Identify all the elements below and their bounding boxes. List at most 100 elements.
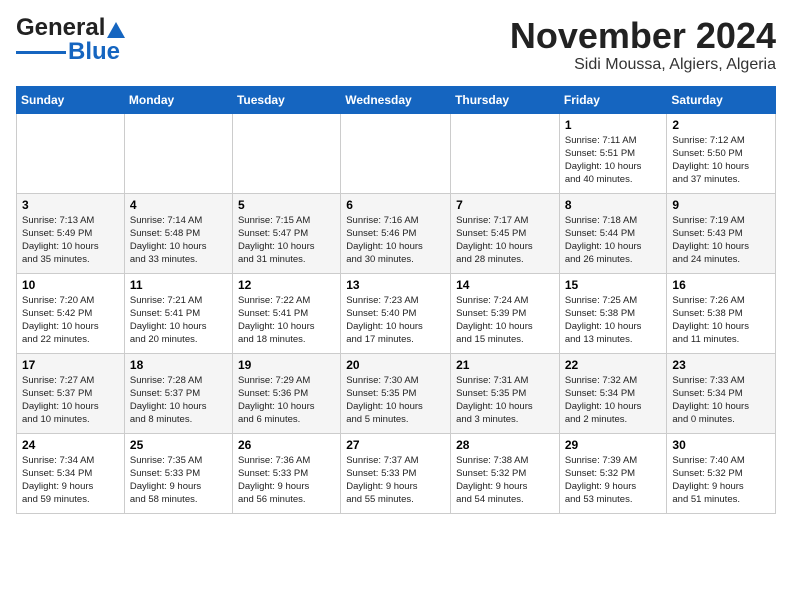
day-info: Sunrise: 7:25 AM Sunset: 5:38 PM Dayligh… (565, 294, 662, 347)
day-info: Sunrise: 7:30 AM Sunset: 5:35 PM Dayligh… (346, 374, 445, 427)
day-number: 9 (672, 198, 770, 212)
calendar-body: 1 Sunrise: 7:11 AM Sunset: 5:51 PM Daylig… (17, 113, 776, 513)
day-number: 20 (346, 358, 445, 372)
calendar-cell: 14 Sunrise: 7:24 AM Sunset: 5:39 PM Dayli… (451, 273, 560, 353)
day-info: Sunrise: 7:12 AM Sunset: 5:50 PM Dayligh… (672, 134, 770, 187)
day-number: 8 (565, 198, 662, 212)
day-info: Sunrise: 7:27 AM Sunset: 5:37 PM Dayligh… (22, 374, 119, 427)
day-info: Sunrise: 7:13 AM Sunset: 5:49 PM Dayligh… (22, 214, 119, 267)
day-number: 21 (456, 358, 554, 372)
day-number: 19 (238, 358, 335, 372)
day-info: Sunrise: 7:14 AM Sunset: 5:48 PM Dayligh… (130, 214, 227, 267)
calendar-cell: 12Sunrise: 7:22 AM Sunset: 5:41 PM Dayli… (232, 273, 340, 353)
calendar-header-row: SundayMondayTuesdayWednesdayThursdayFrid… (17, 86, 776, 113)
day-info: Sunrise: 7:32 AM Sunset: 5:34 PM Dayligh… (565, 374, 662, 427)
day-info: Sunrise: 7:34 AM Sunset: 5:34 PM Dayligh… (22, 454, 119, 507)
day-number: 26 (238, 438, 335, 452)
day-info: Sunrise: 7:31 AM Sunset: 5:35 PM Dayligh… (456, 374, 554, 427)
calendar-cell: 18 Sunrise: 7:28 AM Sunset: 5:37 PM Dayli… (124, 353, 232, 433)
day-info: Sunrise: 7:40 AM Sunset: 5:32 PM Dayligh… (672, 454, 770, 507)
calendar-cell: 29 Sunrise: 7:39 AM Sunset: 5:32 PM Dayli… (559, 433, 667, 513)
calendar-week-row: 24 Sunrise: 7:34 AM Sunset: 5:34 PM Dayli… (17, 433, 776, 513)
day-info: Sunrise: 7:37 AM Sunset: 5:33 PM Dayligh… (346, 454, 445, 507)
calendar-cell: 23Sunrise: 7:33 AM Sunset: 5:34 PM Dayli… (667, 353, 776, 433)
calendar-cell: 15 Sunrise: 7:25 AM Sunset: 5:38 PM Dayli… (559, 273, 667, 353)
logo: General Blue (16, 16, 125, 64)
day-info: Sunrise: 7:11 AM Sunset: 5:51 PM Dayligh… (565, 134, 662, 187)
day-number: 18 (130, 358, 227, 372)
calendar-cell: 9 Sunrise: 7:19 AM Sunset: 5:43 PM Daylig… (667, 193, 776, 273)
calendar-cell: 20 Sunrise: 7:30 AM Sunset: 5:35 PM Dayli… (341, 353, 451, 433)
calendar-cell (124, 113, 232, 193)
day-number: 5 (238, 198, 335, 212)
calendar-cell: 26 Sunrise: 7:36 AM Sunset: 5:33 PM Dayli… (232, 433, 340, 513)
day-number: 12 (238, 278, 335, 292)
calendar-cell: 2 Sunrise: 7:12 AM Sunset: 5:50 PM Daylig… (667, 113, 776, 193)
day-number: 1 (565, 118, 662, 132)
day-info: Sunrise: 7:39 AM Sunset: 5:32 PM Dayligh… (565, 454, 662, 507)
day-info: Sunrise: 7:21 AM Sunset: 5:41 PM Dayligh… (130, 294, 227, 347)
day-info: Sunrise: 7:36 AM Sunset: 5:33 PM Dayligh… (238, 454, 335, 507)
calendar-week-row: 10 Sunrise: 7:20 AM Sunset: 5:42 PM Dayli… (17, 273, 776, 353)
calendar-cell: 27 Sunrise: 7:37 AM Sunset: 5:33 PM Dayli… (341, 433, 451, 513)
weekday-header: Monday (124, 86, 232, 113)
day-info: Sunrise: 7:17 AM Sunset: 5:45 PM Dayligh… (456, 214, 554, 267)
day-info: Sunrise: 7:28 AM Sunset: 5:37 PM Dayligh… (130, 374, 227, 427)
day-number: 22 (565, 358, 662, 372)
calendar-week-row: 3 Sunrise: 7:13 AM Sunset: 5:49 PM Daylig… (17, 193, 776, 273)
day-number: 27 (346, 438, 445, 452)
weekday-header: Wednesday (341, 86, 451, 113)
calendar-cell (341, 113, 451, 193)
day-info: Sunrise: 7:19 AM Sunset: 5:43 PM Dayligh… (672, 214, 770, 267)
day-number: 24 (22, 438, 119, 452)
day-number: 17 (22, 358, 119, 372)
weekday-header: Thursday (451, 86, 560, 113)
day-info: Sunrise: 7:26 AM Sunset: 5:38 PM Dayligh… (672, 294, 770, 347)
calendar-cell: 21 Sunrise: 7:31 AM Sunset: 5:35 PM Dayli… (451, 353, 560, 433)
calendar-cell: 25Sunrise: 7:35 AM Sunset: 5:33 PM Dayli… (124, 433, 232, 513)
day-info: Sunrise: 7:20 AM Sunset: 5:42 PM Dayligh… (22, 294, 119, 347)
calendar-week-row: 1 Sunrise: 7:11 AM Sunset: 5:51 PM Daylig… (17, 113, 776, 193)
day-number: 10 (22, 278, 119, 292)
calendar-cell: 16 Sunrise: 7:26 AM Sunset: 5:38 PM Dayli… (667, 273, 776, 353)
day-number: 29 (565, 438, 662, 452)
day-number: 4 (130, 198, 227, 212)
month-title: November 2024 (510, 16, 776, 56)
calendar-cell: 30 Sunrise: 7:40 AM Sunset: 5:32 PM Dayli… (667, 433, 776, 513)
day-info: Sunrise: 7:15 AM Sunset: 5:47 PM Dayligh… (238, 214, 335, 267)
calendar-cell: 10 Sunrise: 7:20 AM Sunset: 5:42 PM Dayli… (17, 273, 125, 353)
day-info: Sunrise: 7:16 AM Sunset: 5:46 PM Dayligh… (346, 214, 445, 267)
weekday-header: Saturday (667, 86, 776, 113)
calendar-cell: 11Sunrise: 7:21 AM Sunset: 5:41 PM Dayli… (124, 273, 232, 353)
page-header: General Blue November 2024 Sidi Moussa, … (16, 16, 776, 74)
day-number: 23 (672, 358, 770, 372)
day-info: Sunrise: 7:24 AM Sunset: 5:39 PM Dayligh… (456, 294, 554, 347)
weekday-header: Sunday (17, 86, 125, 113)
day-number: 30 (672, 438, 770, 452)
day-number: 15 (565, 278, 662, 292)
calendar-cell (451, 113, 560, 193)
day-number: 3 (22, 198, 119, 212)
day-info: Sunrise: 7:18 AM Sunset: 5:44 PM Dayligh… (565, 214, 662, 267)
day-number: 28 (456, 438, 554, 452)
day-number: 14 (456, 278, 554, 292)
day-number: 7 (456, 198, 554, 212)
calendar-cell: 7 Sunrise: 7:17 AM Sunset: 5:45 PM Daylig… (451, 193, 560, 273)
calendar-cell: 17 Sunrise: 7:27 AM Sunset: 5:37 PM Dayli… (17, 353, 125, 433)
day-number: 2 (672, 118, 770, 132)
day-number: 16 (672, 278, 770, 292)
weekday-header: Friday (559, 86, 667, 113)
calendar-week-row: 17 Sunrise: 7:27 AM Sunset: 5:37 PM Dayli… (17, 353, 776, 433)
day-number: 13 (346, 278, 445, 292)
day-info: Sunrise: 7:38 AM Sunset: 5:32 PM Dayligh… (456, 454, 554, 507)
day-number: 6 (346, 198, 445, 212)
calendar-cell: 13 Sunrise: 7:23 AM Sunset: 5:40 PM Dayli… (341, 273, 451, 353)
day-info: Sunrise: 7:35 AM Sunset: 5:33 PM Dayligh… (130, 454, 227, 507)
location: Sidi Moussa, Algiers, Algeria (510, 56, 776, 74)
day-info: Sunrise: 7:23 AM Sunset: 5:40 PM Dayligh… (346, 294, 445, 347)
calendar-cell: 28 Sunrise: 7:38 AM Sunset: 5:32 PM Dayli… (451, 433, 560, 513)
weekday-header: Tuesday (232, 86, 340, 113)
calendar-cell (232, 113, 340, 193)
calendar-cell: 3 Sunrise: 7:13 AM Sunset: 5:49 PM Daylig… (17, 193, 125, 273)
calendar-cell: 5 Sunrise: 7:15 AM Sunset: 5:47 PM Daylig… (232, 193, 340, 273)
